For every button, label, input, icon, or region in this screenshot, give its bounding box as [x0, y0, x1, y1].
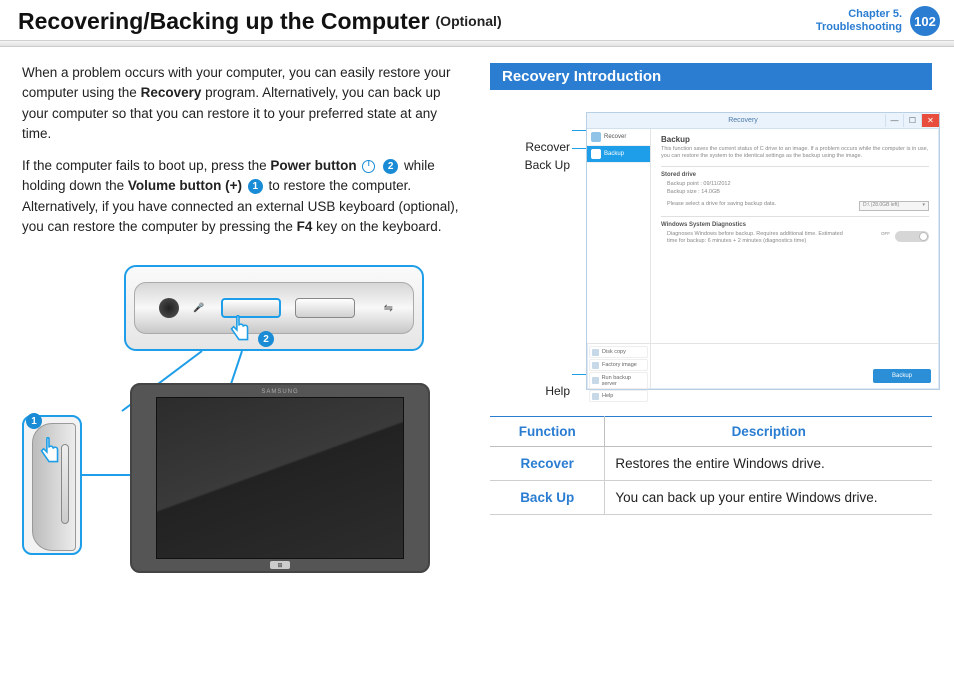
power-icon [362, 160, 375, 173]
windows-home-button-icon: ⊞ [270, 561, 290, 569]
sidebar-item-recover[interactable]: Recover [587, 129, 650, 146]
sidebar-item-backup[interactable]: Backup [587, 146, 650, 163]
illustration: 🎤 ⇋ 2 [22, 265, 464, 575]
app-screenshot-wrap: Recover Back Up Help Recovery — ☐ ✕ [490, 112, 932, 402]
table-row: Back Up You can back up your entire Wind… [490, 481, 932, 515]
bb-disk-copy[interactable]: Disk copy [589, 346, 648, 358]
chapter-line-2: Troubleshooting [816, 21, 902, 34]
diagnostics-toggle[interactable] [895, 231, 929, 242]
edge-callout-panel: 🎤 ⇋ [124, 265, 424, 351]
cell-description: You can back up your entire Windows driv… [605, 481, 932, 515]
tablet-brand: SAMSUNG [261, 389, 298, 395]
callout-help: Help [545, 384, 570, 398]
chapter-label: Chapter 5. Troubleshooting [816, 8, 902, 34]
hand-pointer-icon [36, 437, 62, 469]
window-title: Recovery [601, 117, 885, 124]
th-function: Function [490, 417, 605, 447]
badge-1-inline: 1 [248, 179, 263, 194]
device-edge: 🎤 ⇋ [134, 282, 414, 334]
left-column: When a problem occurs with your computer… [22, 63, 464, 575]
side-callout-panel [22, 415, 82, 555]
group-stored-drive: Stored drive Backup point : 09/11/2012 B… [661, 166, 929, 215]
window-buttons: — ☐ ✕ [885, 114, 939, 127]
chapter-line-1: Chapter 5. [816, 8, 902, 21]
recover-icon [591, 132, 601, 142]
pane-title: Backup [661, 135, 929, 144]
backup-icon [591, 149, 601, 159]
function-table: Function Description Recover Restores th… [490, 416, 932, 515]
tablet-screen [156, 397, 404, 559]
chevron-down-icon: ▾ [922, 202, 925, 209]
group-title: Stored drive [661, 172, 929, 178]
titlebar: Recovery — ☐ ✕ [587, 113, 939, 129]
page-title: Recovering/Backing up the Computer [18, 8, 430, 35]
group-title: Windows System Diagnostics [661, 222, 929, 228]
hand-pointer-icon [226, 315, 252, 347]
badge-2-inline: 2 [383, 159, 398, 174]
close-icon[interactable]: ✕ [921, 114, 939, 127]
app-main-pane: Backup This function saves the current s… [651, 129, 939, 343]
backup-button[interactable]: Backup [873, 369, 931, 383]
th-description: Description [605, 417, 932, 447]
cell-function: Recover [490, 447, 605, 481]
paragraph-1: When a problem occurs with your computer… [22, 63, 464, 144]
diagnostics-desc: Diagnoses Windows before backup. Require… [667, 231, 847, 246]
page-number-badge: 102 [910, 6, 940, 36]
callout-recover: Recover [525, 140, 570, 154]
help-icon [592, 393, 599, 400]
volume-rocker-illus [61, 444, 69, 524]
volume-button-illus [295, 298, 355, 318]
pane-subtitle: This function saves the current status o… [661, 146, 929, 160]
page-title-optional: (Optional) [436, 13, 502, 29]
recovery-app-window: Recovery — ☐ ✕ Recover Backup Backup Thi… [586, 112, 940, 390]
disk-icon [592, 349, 599, 356]
audio-jack-icon [159, 298, 179, 318]
mic-icon: 🎤 [193, 303, 204, 314]
tablet-illus: SAMSUNG ⊞ [130, 383, 430, 573]
factory-icon [592, 362, 599, 369]
right-column: Recovery Introduction Recover Back Up He… [490, 63, 932, 575]
drive-dropdown[interactable]: D:\ (28.0GB left)▾ [859, 201, 929, 211]
badge-1-illus: 1 [26, 413, 42, 429]
server-icon [592, 377, 599, 384]
section-heading: Recovery Introduction [490, 63, 932, 90]
cell-description: Restores the entire Windows drive. [605, 447, 932, 481]
paragraph-2: If the computer fails to boot up, press … [22, 156, 464, 237]
minimize-icon[interactable]: — [885, 114, 903, 127]
cell-function: Back Up [490, 481, 605, 515]
drive-prompt: Please select a drive for saving backup … [667, 201, 776, 207]
backup-point: Backup point : 09/11/2012 [667, 181, 929, 189]
bb-help[interactable]: Help [589, 390, 648, 402]
app-bottom-bar: Disk copy Factory image Run backup serve… [587, 343, 939, 389]
usb-icon: ⇋ [384, 302, 393, 315]
bb-run-backup-server[interactable]: Run backup server [589, 372, 648, 389]
maximize-icon[interactable]: ☐ [903, 114, 921, 127]
app-sidebar: Recover Backup [587, 129, 651, 343]
page-header: Recovering/Backing up the Computer (Opti… [0, 0, 954, 41]
backup-size: Backup size : 14.0GB [667, 189, 929, 197]
badge-2-illus: 2 [258, 331, 274, 347]
callout-backup: Back Up [525, 158, 570, 172]
bb-factory-image[interactable]: Factory image [589, 359, 648, 371]
group-diagnostics: Windows System Diagnostics Diagnoses Win… [661, 216, 929, 251]
table-row: Recover Restores the entire Windows driv… [490, 447, 932, 481]
